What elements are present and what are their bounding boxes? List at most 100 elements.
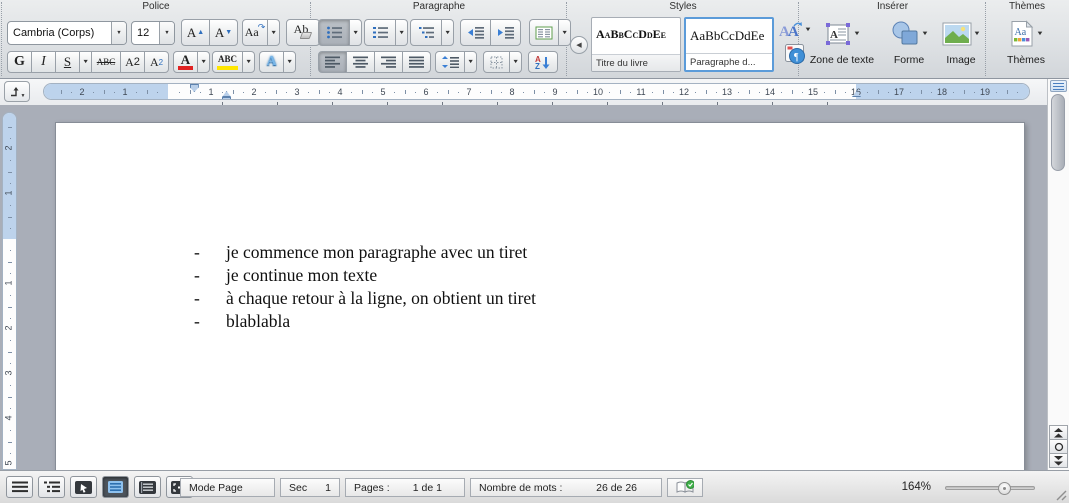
horizontal-ruler[interactable]: 2112345678910111213141516171819 [43,83,1030,100]
document-page[interactable]: - je commence mon paragraphe avec un tire… [55,122,1025,470]
line-spacing-button[interactable] [435,51,465,73]
text-effects-dropdown[interactable] [283,51,296,73]
line-spacing-dropdown[interactable] [464,51,477,73]
style-card-paragraphe-selected[interactable]: AaBbCcDdEe Paragraphe d... [684,17,774,72]
draft-view-button[interactable] [6,476,33,498]
style-card-titre-du-livre[interactable]: AaBbCcDdEe Titre du livre [591,17,681,72]
bold-button[interactable]: G [7,51,32,73]
htick-mark [834,90,836,94]
shrink-font-button[interactable]: A [209,19,238,46]
case-curved-arrow-icon: ↷ [257,22,266,32]
split-view-handle[interactable] [1050,80,1067,92]
bold-letter: G [14,54,25,69]
numbering-dropdown[interactable] [395,19,408,46]
previous-page-button[interactable] [1049,425,1068,440]
change-case-button[interactable]: Aa ↷ [242,19,268,46]
borders-dropdown[interactable] [509,51,522,73]
scrollbar-thumb[interactable] [1051,94,1065,171]
word-count-field[interactable]: Nombre de mots : 26 de 26 [470,478,662,497]
vertical-scrollbar[interactable] [1047,79,1069,470]
print-layout-view-button[interactable] [102,476,129,498]
pages-value: 1 de 1 [412,481,442,494]
align-center-button[interactable] [346,51,375,73]
document-line[interactable]: - à chaque retour à la ligne, on obtient … [194,287,536,310]
spellcheck-book-icon [676,480,694,493]
next-page-button[interactable] [1049,453,1068,468]
subscript-button[interactable]: A2 [144,51,169,73]
sort-button[interactable]: AZ [528,51,558,73]
highlight-dropdown[interactable] [242,51,255,73]
font-color-dropdown[interactable] [197,51,210,73]
font-size-select[interactable]: 12 [131,20,175,45]
insert-shape-button[interactable]: ▼ Forme [882,16,936,66]
hdot-mark [372,92,374,93]
document-line[interactable]: - je continue mon texte [194,264,536,287]
vertical-ruler[interactable]: 2 1 1 2 3 4 5 [2,112,17,470]
select-browse-object-button[interactable] [1049,439,1068,454]
draft-view-icon [11,481,28,493]
resize-grip[interactable] [1054,488,1067,501]
strikethrough-button[interactable]: ABC [91,51,121,73]
highlight-button[interactable]: ABC [212,51,243,73]
bullets-button[interactable] [318,19,350,46]
document-line[interactable]: - blablabla [194,310,536,333]
zoom-slider-thumb[interactable] [998,482,1011,495]
section-field[interactable]: Sec 1 [280,478,340,497]
first-line-indent-marker[interactable] [189,84,199,92]
outline-view-button[interactable] [38,476,65,498]
word-count-value: 26 de 26 [596,481,637,494]
font-color-button[interactable]: A [173,51,198,73]
pages-field[interactable]: Pages : 1 de 1 [345,478,465,497]
increase-indent-button[interactable] [490,19,521,46]
grow-font-button[interactable]: A [181,19,210,46]
columns-button[interactable] [529,19,559,46]
htick-mark [275,90,277,94]
highlight-swatch [217,66,238,70]
insert-textbox-button[interactable]: A ▼ Zone de texte [802,16,882,66]
group-label-paragraphe: Paragraphe [412,1,466,12]
vdot-mark [10,317,11,319]
hnum-mark: 6 [423,87,429,97]
borders-button[interactable] [483,51,510,73]
multilevel-list-button[interactable] [410,19,442,46]
insert-image-button[interactable]: ▼ Image [936,16,986,66]
vtick-mark [8,441,12,443]
italic-button[interactable]: I [31,51,56,73]
svg-text:Aa: Aa [1015,27,1027,38]
zoom-slider[interactable] [945,482,1035,495]
view-mode-field[interactable]: Mode Page [180,478,275,497]
themes-button[interactable]: Aa ▼ Thèmes [997,16,1055,66]
bullets-dropdown[interactable] [349,19,362,46]
image-icon [942,22,972,46]
document-line[interactable]: - je commence mon paragraphe avec un tire… [194,241,536,264]
justify-button[interactable] [402,51,431,73]
align-left-button[interactable] [318,51,347,73]
underline-button[interactable]: S [55,51,80,73]
publishing-layout-view-button[interactable] [70,476,97,498]
font-name-select[interactable]: Cambria (Corps) [7,20,127,45]
columns-icon [535,26,553,39]
numbering-button[interactable] [364,19,396,46]
hnum-mark: 19 [979,87,991,97]
decrease-indent-button[interactable] [460,19,491,46]
vnum-mark: 4 [3,415,14,421]
line-dash: - [194,288,200,308]
spellcheck-status[interactable] [667,478,703,497]
change-case-dropdown[interactable] [267,19,280,46]
notebook-layout-icon [139,480,156,494]
style-preview-text: AaBbCcDdEe [596,27,667,41]
dropdown-arrow-icon[interactable] [159,21,174,44]
highlight-letters: ABC [217,54,237,64]
hnum-mark: 1 [122,87,128,97]
styles-scroll-left-button[interactable]: ◀ [570,35,588,54]
notebook-layout-view-button[interactable] [134,476,161,498]
left-indent-marker[interactable] [222,97,232,99]
superscript-button[interactable]: A2 [120,51,145,73]
multilevel-list-dropdown[interactable] [441,19,454,46]
dropdown-arrow-icon[interactable] [111,21,126,44]
tab-stop-selector[interactable]: ▼ [4,81,30,102]
hdot-mark [995,92,997,93]
vtick-mark [8,261,12,263]
text-effects-button[interactable]: A [259,51,284,73]
align-right-button[interactable] [374,51,403,73]
